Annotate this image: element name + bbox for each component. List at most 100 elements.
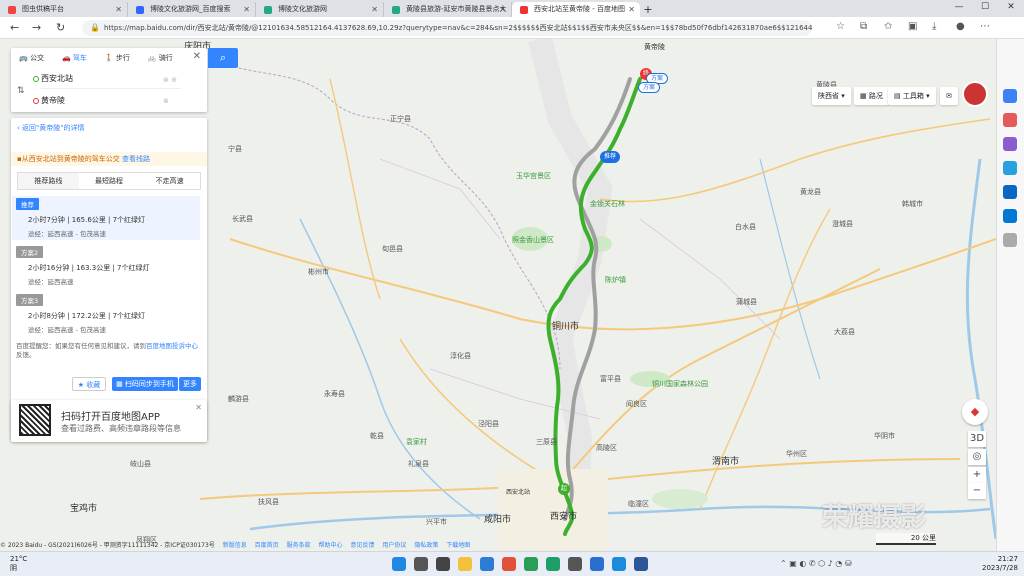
search-icon[interactable] <box>414 557 428 571</box>
message-button[interactable]: ✉ <box>940 87 958 105</box>
user-avatar[interactable] <box>962 81 988 107</box>
send-to-phone-button[interactable]: ▦ 扫码同步到手机 <box>112 377 178 391</box>
refresh-icon[interactable]: ↻ <box>56 21 65 34</box>
close-icon[interactable]: ✕ <box>195 403 202 412</box>
forward-icon[interactable]: → <box>32 21 41 34</box>
downloads-icon[interactable]: ⤓ <box>932 21 936 32</box>
minimize-icon[interactable]: — <box>946 0 972 14</box>
clock[interactable]: 21:27 2023/7/28 <box>982 555 1018 573</box>
menu-icon[interactable]: ⋯ <box>980 21 990 32</box>
close-icon[interactable]: ✕ <box>193 51 201 62</box>
task-view-icon[interactable] <box>436 557 450 571</box>
traffic-toggle[interactable]: ▦ 路况 <box>854 87 889 105</box>
compass-icon[interactable]: ◆ <box>962 399 988 425</box>
poi-label[interactable]: 西安北站 <box>506 487 530 496</box>
poi-label[interactable]: 铜川国家森林公园 <box>652 379 708 389</box>
footer-link[interactable]: 隐私政策 <box>414 542 438 549</box>
profile-icon[interactable]: ● <box>956 21 965 32</box>
back-icon[interactable]: ← <box>10 21 19 34</box>
close-tab-icon[interactable]: ✕ <box>243 2 250 17</box>
poi-label[interactable]: 照金香山景区 <box>512 235 554 245</box>
poi-label[interactable]: 袁家村 <box>406 437 427 447</box>
url-field[interactable]: 🔒 https://map.baidu.com/dir/西安北站/黄帝陵/@121… <box>82 20 812 36</box>
end-field[interactable]: 黄帝陵 <box>33 91 181 111</box>
favorite-button[interactable]: ★ 收藏 <box>72 377 106 391</box>
swap-icon[interactable]: ⇅ <box>17 86 25 96</box>
clear-start-icon[interactable]: ⊗ ⊕ <box>163 76 177 84</box>
plan1-route-tag[interactable]: 推荐 <box>600 151 621 163</box>
tab-recommended[interactable]: 推荐路线 <box>18 173 79 189</box>
more-button[interactable]: 更多 <box>179 377 201 391</box>
tab-1[interactable]: 博陵文化旅游网_百度搜索 ✕ <box>128 2 256 17</box>
shopping-icon[interactable] <box>1003 113 1017 127</box>
notice-link[interactable]: 查看线路 <box>122 155 150 163</box>
word-icon[interactable] <box>634 557 648 571</box>
tab-bike[interactable]: 🚲 骑行 <box>140 53 183 63</box>
app-icon[interactable] <box>524 557 538 571</box>
app-icon[interactable] <box>502 557 516 571</box>
footer-link[interactable]: 帮助中心 <box>319 542 343 549</box>
search-sidebar-icon[interactable] <box>1003 89 1017 103</box>
tab-drive[interactable]: 🚗 驾车 <box>54 53 97 63</box>
complaint-link[interactable]: 百度地图投诉中心 <box>146 342 198 350</box>
tools-icon[interactable] <box>1003 137 1017 151</box>
start-marker[interactable]: 起 <box>558 483 570 495</box>
start-icon[interactable] <box>392 557 406 571</box>
search-button[interactable]: ⌕ <box>208 48 238 68</box>
new-tab-button[interactable]: + <box>640 2 656 17</box>
outlook-icon[interactable] <box>1003 209 1017 223</box>
weather-widget[interactable]: 21°C 阴 <box>10 555 27 573</box>
games-icon[interactable] <box>1003 161 1017 175</box>
tab-transit[interactable]: 🚌 公交 <box>11 53 54 63</box>
route-plan-1[interactable]: 推荐 2小时7分钟 | 165.6公里 | 7个红绿灯 途经：延西高速 - 包茂… <box>12 196 200 240</box>
tab-4[interactable]: 西安北站至黄帝陵 - 百度地图 ✕ <box>512 2 640 17</box>
footer-link[interactable]: 服务条款 <box>287 542 311 549</box>
maximize-icon[interactable]: ☐ <box>972 0 998 14</box>
start-field[interactable]: 西安北站 <box>33 69 181 89</box>
zoom-in-button[interactable]: + <box>968 467 986 483</box>
app-icon[interactable] <box>612 557 626 571</box>
edge-icon[interactable] <box>546 557 560 571</box>
close-tab-icon[interactable]: ✕ <box>371 2 378 17</box>
favorite-star-icon[interactable]: ☆ <box>836 21 845 32</box>
app-icon[interactable] <box>590 557 604 571</box>
split-screen-icon[interactable]: ⧉ <box>860 21 867 32</box>
file-explorer-icon[interactable] <box>458 557 472 571</box>
tab-3[interactable]: 黄陵县旅游-延安市黄陵县景点大 ✕ <box>384 2 512 17</box>
add-sidebar-icon[interactable] <box>1003 233 1017 247</box>
close-tab-icon[interactable]: ✕ <box>115 2 122 17</box>
tab-2[interactable]: 博陵文化旅游网 ✕ <box>256 2 384 17</box>
toolbox-button[interactable]: ▤ 工具箱 ▾ <box>888 87 936 105</box>
app-icon[interactable] <box>480 557 494 571</box>
office-icon[interactable] <box>1003 185 1017 199</box>
clear-end-icon[interactable]: ⊗ <box>163 97 169 105</box>
back-to-detail-link[interactable]: ‹ 返回"黄帝陵"的详情 <box>17 123 84 133</box>
footer-link[interactable]: 下载地图 <box>446 542 470 549</box>
footer-link[interactable]: 百度首页 <box>255 542 279 549</box>
3d-toggle[interactable]: 3D <box>968 431 986 447</box>
route-plan-3[interactable]: 方案3 2小时8分钟 | 172.2公里 | 7个红绿灯 途经：延西高速 - 包… <box>12 292 200 336</box>
tab-shortest[interactable]: 最短路程 <box>79 173 140 189</box>
zoom-out-button[interactable]: − <box>968 483 986 499</box>
tab-no-highway[interactable]: 不走高速 <box>139 173 200 189</box>
collections-icon[interactable]: ▣ <box>908 21 917 32</box>
footer-link[interactable]: 用户协议 <box>382 542 406 549</box>
close-tab-icon[interactable]: ✕ <box>499 2 506 17</box>
tab-0[interactable]: 图虫供稿平台 ✕ <box>0 2 128 17</box>
tab-walk[interactable]: 🚶 步行 <box>97 53 140 63</box>
plan3-route-tag[interactable]: 方案 <box>638 82 661 93</box>
footer-link[interactable]: 意见反馈 <box>350 542 374 549</box>
system-tray-icons[interactable]: ⌃ ▣ ◐ ✆ ⬡ ♪ ◔ ⛁ <box>780 559 852 568</box>
poi-label[interactable]: 黄帝陵 <box>644 42 665 52</box>
route-plan-2[interactable]: 方案2 2小时16分钟 | 163.3公里 | 7个红绿灯 途经：延西高速 <box>12 244 200 288</box>
poi-label[interactable]: 陈炉镇 <box>605 275 626 285</box>
poi-label[interactable]: 金锁关石林 <box>590 199 625 209</box>
close-tab-icon[interactable]: ✕ <box>628 2 635 17</box>
close-window-icon[interactable]: ✕ <box>998 0 1024 14</box>
locate-icon[interactable]: ◎ <box>968 449 986 465</box>
city-switcher[interactable]: 陕西省 ▾ <box>812 87 851 105</box>
footer-link[interactable]: 新版信息 <box>223 542 247 549</box>
poi-label[interactable]: 玉华宫景区 <box>516 171 551 181</box>
favorites-icon[interactable]: ✩ <box>884 21 892 32</box>
app-icon[interactable] <box>568 557 582 571</box>
